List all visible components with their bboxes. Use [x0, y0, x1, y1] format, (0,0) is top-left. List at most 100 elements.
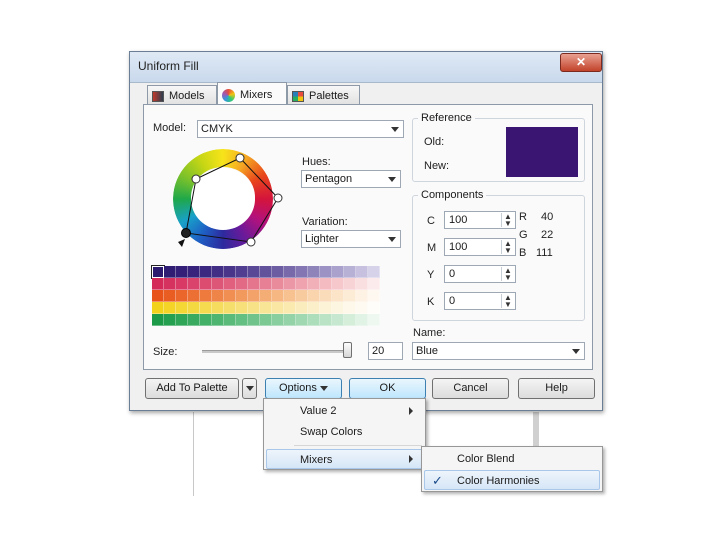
color-swatch[interactable]: [188, 278, 200, 290]
color-swatch[interactable]: [200, 290, 212, 302]
c-input[interactable]: 100 ▲ ▼: [444, 211, 516, 229]
menu-item-value-2[interactable]: Value 2: [266, 401, 423, 421]
color-swatch[interactable]: [284, 290, 296, 302]
color-swatch[interactable]: [284, 266, 296, 278]
color-swatch[interactable]: [320, 278, 332, 290]
y-input[interactable]: 0 ▲ ▼: [444, 265, 516, 283]
color-swatch[interactable]: [272, 266, 284, 278]
tab-palettes[interactable]: Palettes: [287, 85, 360, 104]
color-swatch[interactable]: [212, 290, 224, 302]
color-swatch[interactable]: [200, 314, 212, 326]
color-swatch[interactable]: [284, 302, 296, 314]
color-swatch[interactable]: [272, 302, 284, 314]
size-slider-track[interactable]: [202, 350, 352, 353]
spinner-icon[interactable]: ▲ ▼: [501, 267, 514, 282]
color-swatch[interactable]: [260, 278, 272, 290]
variation-select[interactable]: Lighter: [301, 230, 401, 248]
color-swatch[interactable]: [224, 314, 236, 326]
color-swatch[interactable]: [260, 266, 272, 278]
color-swatch[interactable]: [188, 314, 200, 326]
size-slider-thumb[interactable]: [343, 342, 352, 358]
color-swatch[interactable]: [332, 314, 344, 326]
color-swatch[interactable]: [320, 302, 332, 314]
color-swatch[interactable]: [296, 314, 308, 326]
color-swatch[interactable]: [236, 314, 248, 326]
tab-mixers[interactable]: Mixers: [217, 82, 287, 105]
color-swatch[interactable]: [272, 290, 284, 302]
color-swatch[interactable]: [356, 278, 368, 290]
spinner-icon[interactable]: ▲ ▼: [501, 213, 514, 228]
tab-models[interactable]: Models: [147, 85, 217, 104]
menu-item-color-blend[interactable]: Color Blend: [424, 449, 600, 469]
options-button[interactable]: Options: [265, 378, 342, 399]
k-input[interactable]: 0 ▲ ▼: [444, 292, 516, 310]
color-swatch[interactable]: [151, 265, 165, 279]
color-swatch[interactable]: [236, 266, 248, 278]
color-swatch[interactable]: [212, 302, 224, 314]
color-swatch[interactable]: [344, 290, 356, 302]
color-swatch[interactable]: [236, 302, 248, 314]
color-swatch[interactable]: [272, 314, 284, 326]
color-swatch[interactable]: [260, 302, 272, 314]
title-bar[interactable]: Uniform Fill ✕: [130, 52, 602, 83]
color-swatch[interactable]: [176, 302, 188, 314]
color-swatch[interactable]: [176, 266, 188, 278]
color-swatch[interactable]: [224, 302, 236, 314]
color-swatch[interactable]: [356, 302, 368, 314]
color-swatch[interactable]: [368, 278, 380, 290]
color-swatch[interactable]: [356, 314, 368, 326]
color-swatch[interactable]: [248, 278, 260, 290]
color-swatch[interactable]: [284, 314, 296, 326]
color-swatch[interactable]: [308, 314, 320, 326]
color-swatch[interactable]: [332, 302, 344, 314]
color-swatch[interactable]: [248, 290, 260, 302]
color-swatch[interactable]: [332, 266, 344, 278]
color-swatch[interactable]: [296, 266, 308, 278]
color-swatch[interactable]: [200, 266, 212, 278]
color-swatch[interactable]: [164, 302, 176, 314]
color-swatch[interactable]: [284, 278, 296, 290]
color-swatch[interactable]: [308, 278, 320, 290]
color-swatch[interactable]: [332, 290, 344, 302]
color-swatch[interactable]: [236, 278, 248, 290]
color-swatch[interactable]: [344, 314, 356, 326]
color-swatch[interactable]: [296, 278, 308, 290]
size-input[interactable]: 20: [368, 342, 403, 360]
color-swatch[interactable]: [308, 290, 320, 302]
name-select[interactable]: Blue: [412, 342, 585, 360]
color-swatch[interactable]: [344, 302, 356, 314]
menu-item-color-harmonies[interactable]: ✓ Color Harmonies: [424, 470, 600, 490]
color-swatch[interactable]: [200, 302, 212, 314]
model-select[interactable]: CMYK: [197, 120, 404, 138]
add-to-palette-dropdown[interactable]: [242, 378, 257, 399]
color-swatch[interactable]: [200, 278, 212, 290]
hues-select[interactable]: Pentagon: [301, 170, 401, 188]
ok-button[interactable]: OK: [349, 378, 426, 399]
color-swatch[interactable]: [152, 302, 164, 314]
color-swatch[interactable]: [356, 290, 368, 302]
color-swatch[interactable]: [368, 302, 380, 314]
color-swatch[interactable]: [308, 302, 320, 314]
color-swatch[interactable]: [224, 278, 236, 290]
color-swatch[interactable]: [212, 314, 224, 326]
color-swatch[interactable]: [176, 314, 188, 326]
spinner-icon[interactable]: ▲ ▼: [501, 240, 514, 255]
color-swatch[interactable]: [152, 278, 164, 290]
close-button[interactable]: ✕: [560, 53, 602, 72]
help-button[interactable]: Help: [518, 378, 595, 399]
color-swatch[interactable]: [224, 266, 236, 278]
cancel-button[interactable]: Cancel: [432, 378, 509, 399]
color-harmony-wheel[interactable]: [161, 144, 285, 254]
color-swatch[interactable]: [272, 278, 284, 290]
color-swatch[interactable]: [236, 290, 248, 302]
color-swatch[interactable]: [176, 290, 188, 302]
color-swatch[interactable]: [152, 290, 164, 302]
m-input[interactable]: 100 ▲ ▼: [444, 238, 516, 256]
color-swatch[interactable]: [164, 314, 176, 326]
color-swatch[interactable]: [248, 302, 260, 314]
color-swatch[interactable]: [188, 266, 200, 278]
color-swatch[interactable]: [296, 290, 308, 302]
color-swatch[interactable]: [296, 302, 308, 314]
color-swatch[interactable]: [224, 290, 236, 302]
color-swatch[interactable]: [368, 314, 380, 326]
